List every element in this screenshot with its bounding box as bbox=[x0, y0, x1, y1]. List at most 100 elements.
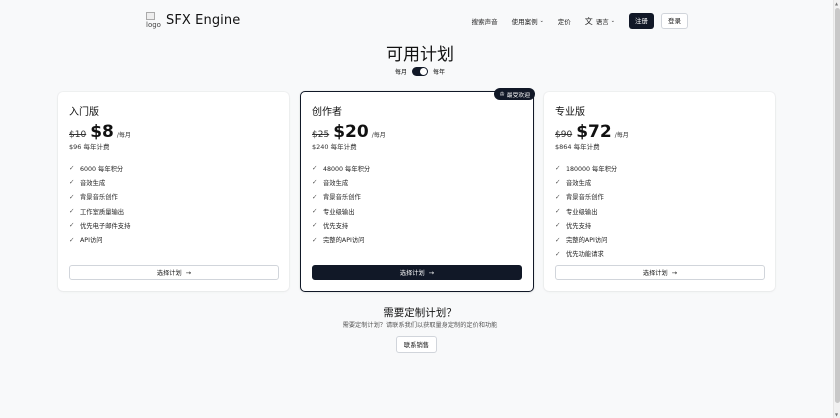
feature-item: ✓ 180000 每年积分 bbox=[555, 161, 617, 175]
main-nav: 搜索声音 使用案例 ⌄ 定价 文 语言 ⌄ 注册 登录 bbox=[472, 12, 688, 30]
feature-item: ✓ 背景音乐创作 bbox=[312, 190, 370, 204]
check-icon: ✓ bbox=[69, 192, 75, 201]
scroll-up-arrow-icon[interactable]: ▲ bbox=[835, 1, 838, 6]
select-plan-button[interactable]: 选择计划 → bbox=[312, 265, 522, 280]
logo-link[interactable]: logo SFX Engine bbox=[146, 12, 240, 29]
feature-item: ✓ 工作室质量输出 bbox=[69, 204, 130, 218]
feature-text: 完整的API访问 bbox=[566, 237, 608, 245]
feature-item: ✓ 背景音乐创作 bbox=[69, 190, 130, 204]
check-icon: ✓ bbox=[312, 192, 318, 201]
feature-item: ✓ 优先支持 bbox=[312, 218, 370, 232]
original-price: $10 bbox=[69, 130, 87, 140]
billing-toggle-switch[interactable] bbox=[412, 67, 428, 76]
original-price: $25 bbox=[312, 130, 330, 140]
arrow-right-icon: → bbox=[185, 268, 192, 277]
page-scrollbar[interactable]: ▲ ▼ bbox=[833, 0, 840, 418]
select-plan-button[interactable]: 选择计划 → bbox=[69, 265, 279, 280]
nav-search-sounds[interactable]: 搜索声音 bbox=[472, 16, 498, 26]
feature-item: ✓ 完整的API访问 bbox=[555, 232, 617, 246]
contact-sales-button[interactable]: 联系销售 bbox=[396, 336, 437, 353]
feature-item: ✓ 优先支持 bbox=[555, 218, 617, 232]
feature-list: ✓ 180000 每年积分 ✓ 音效生成 ✓ 背景音乐创作 ✓ 专业级输出 ✓ 优先支持 … bbox=[555, 161, 617, 261]
popular-badge-label: 最受欢迎 bbox=[506, 92, 530, 99]
check-icon: ✓ bbox=[555, 164, 561, 173]
check-icon: ✓ bbox=[555, 207, 561, 216]
feature-item: ✓ 专业级输出 bbox=[555, 204, 617, 218]
yearly-billing-text: $96 每年计费 bbox=[69, 143, 110, 151]
feature-text: 优先支持 bbox=[566, 222, 592, 230]
feature-text: 背景音乐创作 bbox=[323, 194, 361, 202]
feature-item: ✓ 48000 每年积分 bbox=[312, 161, 370, 175]
price-row: $10 $8 /每月 bbox=[69, 122, 131, 142]
plan-name: 创作者 bbox=[312, 107, 342, 118]
check-icon: ✓ bbox=[555, 192, 561, 201]
nav-language-label: 语言 bbox=[595, 18, 609, 26]
toggle-knob bbox=[420, 68, 427, 75]
scroll-down-arrow-icon[interactable]: ▼ bbox=[835, 412, 838, 417]
plan-card-creator: ♔ 最受欢迎 创作者 $25 $20 /每月 $240 每年计费 ✓ 48000 … bbox=[300, 88, 535, 292]
crown-icon: ♔ bbox=[499, 90, 505, 98]
logo-image: logo bbox=[146, 12, 162, 29]
feature-text: 音效生成 bbox=[566, 179, 592, 187]
feature-text: 音效生成 bbox=[80, 179, 106, 187]
feature-item: ✓ 背景音乐创作 bbox=[555, 190, 617, 204]
nav-use-cases-label: 使用案例 bbox=[511, 18, 538, 26]
feature-item: ✓ 6000 每年积分 bbox=[69, 161, 130, 175]
feature-text: 48000 每年积分 bbox=[323, 165, 371, 173]
nav-language[interactable]: 文 语言 ⌄ bbox=[585, 16, 615, 27]
check-icon: ✓ bbox=[312, 221, 318, 230]
feature-text: API访问 bbox=[80, 237, 103, 245]
plan-name: 入门版 bbox=[69, 107, 99, 118]
feature-text: 180000 每年积分 bbox=[566, 165, 618, 173]
plan-card-pro: 专业版 $90 $72 /每月 $864 每年计费 ✓ 180000 每年积分 ✓… bbox=[544, 92, 775, 291]
price-period: /每月 bbox=[614, 132, 629, 139]
price-row: $25 $20 /每月 bbox=[312, 122, 386, 142]
check-icon: ✓ bbox=[555, 235, 561, 244]
feature-item: ✓ 完整的API访问 bbox=[312, 232, 370, 246]
billing-toggle-row: 每月 每年 bbox=[0, 67, 840, 76]
check-icon: ✓ bbox=[69, 235, 75, 244]
feature-text: 专业级输出 bbox=[323, 208, 355, 216]
signup-button[interactable]: 注册 bbox=[629, 13, 654, 29]
chevron-down-icon: ⌄ bbox=[539, 18, 544, 24]
select-plan-button[interactable]: 选择计划 → bbox=[555, 265, 765, 280]
current-price: $20 bbox=[333, 122, 369, 142]
nav-use-cases[interactable]: 使用案例 ⌄ bbox=[512, 16, 544, 26]
custom-plan-title: 需要定制计划？ bbox=[383, 307, 457, 319]
feature-list: ✓ 6000 每年积分 ✓ 音效生成 ✓ 背景音乐创作 ✓ 工作室质量输出 ✓ 优先电子邮… bbox=[69, 161, 130, 247]
logo-alt-text: logo bbox=[146, 21, 161, 29]
check-icon: ✓ bbox=[555, 221, 561, 230]
feature-item: ✓ 音效生成 bbox=[69, 175, 130, 189]
feature-item: ✓ 音效生成 bbox=[312, 175, 370, 189]
feature-text: 背景音乐创作 bbox=[80, 194, 118, 202]
billing-yearly-label: 每年 bbox=[433, 69, 446, 76]
scrollbar-thumb[interactable] bbox=[835, 8, 840, 403]
login-button[interactable]: 登录 bbox=[661, 13, 688, 29]
feature-text: 专业级输出 bbox=[566, 208, 598, 216]
broken-image-icon bbox=[146, 12, 155, 20]
plan-card-starter: 入门版 $10 $8 /每月 $96 每年计费 ✓ 6000 每年积分 ✓ 音效生成… bbox=[58, 92, 289, 291]
feature-item: ✓ 音效生成 bbox=[555, 175, 617, 189]
price-period: /每月 bbox=[371, 132, 386, 139]
select-plan-label: 选择计划 bbox=[642, 270, 668, 277]
feature-item: ✓ 专业级输出 bbox=[312, 204, 370, 218]
current-price: $72 bbox=[576, 122, 612, 142]
select-plan-label: 选择计划 bbox=[399, 270, 425, 277]
check-icon: ✓ bbox=[69, 164, 75, 173]
check-icon: ✓ bbox=[555, 178, 561, 187]
feature-item: ✓ API访问 bbox=[69, 232, 130, 246]
billing-monthly-label: 每月 bbox=[394, 69, 407, 76]
feature-item: ✓ 优先电子邮件支持 bbox=[69, 218, 130, 232]
feature-text: 优先电子邮件支持 bbox=[80, 222, 131, 230]
page-title: 可用计划 bbox=[386, 45, 454, 65]
check-icon: ✓ bbox=[312, 164, 318, 173]
select-plan-label: 选择计划 bbox=[156, 270, 182, 277]
nav-pricing[interactable]: 定价 bbox=[558, 16, 571, 26]
feature-item: ✓ 优先功能请求 bbox=[555, 247, 617, 261]
feature-text: 工作室质量输出 bbox=[80, 208, 125, 216]
check-icon: ✓ bbox=[69, 221, 75, 230]
check-icon: ✓ bbox=[555, 249, 561, 258]
custom-plan-subtitle: 需要定制计划？请联系我们以获取量身定制的定价和功能 bbox=[342, 322, 498, 329]
check-icon: ✓ bbox=[312, 178, 318, 187]
price-period: /每月 bbox=[116, 132, 131, 139]
